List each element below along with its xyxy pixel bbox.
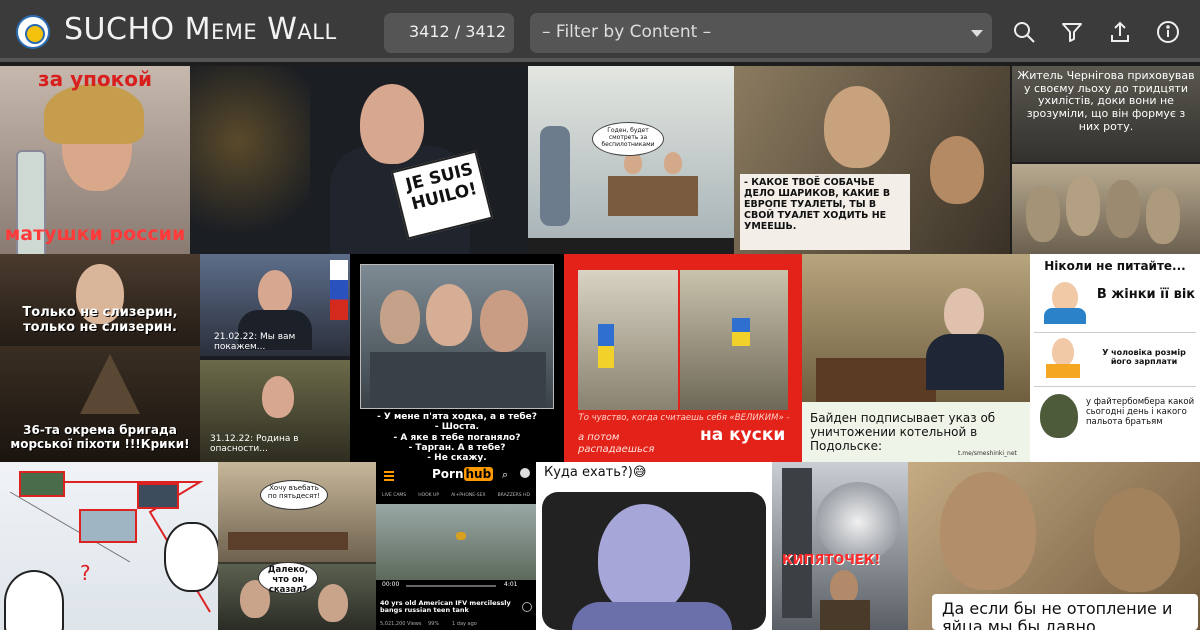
tab-live-cams: LIVE CAMS: [382, 492, 407, 498]
owl-shape: [1026, 186, 1060, 242]
bubble-bottom-text: Далеко, что он сказал?: [267, 565, 309, 595]
smoke-cloud: [816, 482, 900, 562]
meme-caption: КИПЯТОЧЕК!: [782, 553, 881, 568]
meme-title: Ніколи не питайте...: [1044, 259, 1186, 273]
search-icon[interactable]: [1012, 20, 1036, 44]
row1-text: В жінки її вік: [1096, 287, 1196, 302]
meme-tile-je-suis-huilo[interactable]: JE SUIS HUILO!: [190, 66, 528, 254]
video-frame: [376, 504, 536, 580]
meme-tile-fifty[interactable]: Хочу въебать по пятьдесят! Далеко, что о…: [218, 462, 376, 630]
meme-caption: Байден подписывает указ об уничтожении к…: [810, 411, 996, 453]
meme-tile-video-parody[interactable]: Porn hub ⌕ LIVE CAMS HOOK UP AI+PHONE-SEX…: [376, 462, 536, 630]
meme-tile-biden[interactable]: Байден подписывает указ об уничтожении к…: [802, 254, 1030, 462]
meme-top-text: Куда ехать?)😅: [544, 465, 647, 480]
tab-phone-sex: AI+PHONE-SEX: [451, 492, 486, 498]
meme-top-text: 21.02.22: Мы вам покажем...: [214, 332, 296, 353]
meme-tile-kuda-ehat[interactable]: Куда ехать?)😅: [536, 462, 772, 630]
logo-part-a: Porn: [432, 467, 464, 481]
user-icon: [520, 468, 530, 478]
app-title: SUCHO Meme Wall: [64, 12, 337, 47]
meme-caption: Житель Чернігова приховував у своєму льо…: [1017, 69, 1195, 133]
search-icon: ⌕: [502, 468, 509, 481]
chevron-down-icon: [971, 30, 983, 37]
meme-tile-prison[interactable]: - У мене п'ята ходка, а в тебе? - Шоста.…: [350, 254, 564, 462]
meme-tile-zakharova[interactable]: за упокой матушки россии: [0, 66, 190, 254]
channel-handle: t.me/smeshinki_net: [958, 450, 1017, 457]
svg-text:?: ?: [80, 561, 91, 585]
meme-caption-line1: То чувство, когда считаешь себя «ВЕЛИКИМ…: [578, 413, 790, 423]
meme-caption: - КАКОЕ ТВОЁ СОБАЧЬЕ ДЕЛО ШАРИКОВ, КАКИЕ…: [744, 177, 891, 232]
meme-big-text: на куски: [700, 425, 786, 445]
site-tabs: LIVE CAMS HOOK UP AI+PHONE-SEX BRAZZERS …: [376, 488, 536, 502]
meme-tile-putin-speech[interactable]: 21.02.22: Мы вам покажем... 31.12.22: Ро…: [200, 254, 350, 462]
meme-tile-chernihiv[interactable]: Житель Чернігова приховував у своєму льо…: [1012, 66, 1200, 162]
meme-tile-owls[interactable]: [1012, 164, 1200, 254]
video-age: 1 day ago: [452, 621, 477, 627]
man-face: [940, 472, 1036, 590]
meme-tile-sharikov[interactable]: - КАКОЕ ТВОЁ СОБАЧЬЕ ДЕЛО ШАРИКОВ, КАКИЕ…: [734, 66, 1010, 254]
tab-brazzers: BRAZZERS HD: [497, 492, 530, 498]
logo-part-b: hub: [463, 467, 494, 481]
video-views: 5,021,200 Views: [380, 621, 422, 627]
video-title: 40 yrs old American IFV mercilessly bang…: [380, 599, 511, 615]
filter-placeholder: – Filter by Content –: [542, 22, 712, 42]
meme-tile-medical-board[interactable]: Годен, будет смотреть за беспилотниками: [528, 66, 734, 238]
woman-face: [598, 504, 690, 614]
content-filter-select[interactable]: – Filter by Content –: [530, 13, 992, 53]
meme-top-text: Только не слизерин, только не слизерин.: [22, 305, 178, 335]
video-rating: 99%: [428, 621, 440, 627]
meme-dialogue: - У мене п'ята ходка, а в тебе? - Шоста.…: [377, 412, 537, 462]
time-left: 00:00: [382, 581, 400, 588]
globe-icon: [522, 602, 532, 612]
time-right: 4:01: [504, 581, 518, 588]
bubble-text: Годен, будет смотреть за беспилотниками: [601, 127, 655, 148]
meme-tile-never-ask[interactable]: Ніколи не питайте... В жінки її вік У чо…: [1030, 254, 1200, 462]
meme-tile-kipyatochek[interactable]: КИПЯТОЧЕК!: [772, 462, 908, 630]
wojak-face: [4, 570, 64, 630]
tab-hook-up: HOOK UP: [418, 492, 440, 498]
row3-text: у файтербомбера какой сьогодні день і ка…: [1086, 397, 1195, 427]
meme-bottom-text: 31.12.22: Родина в опасности...: [210, 434, 299, 455]
menu-icon: [384, 471, 394, 473]
man-face: [824, 86, 890, 168]
meme-bottom-text: матушки россии: [4, 223, 186, 245]
man-face: [360, 84, 424, 164]
meme-tile-wojak-map[interactable]: ?: [0, 462, 218, 630]
meme-tile-great-pieces[interactable]: То чувство, когда считаешь себя «ВЕЛИКИМ…: [564, 254, 802, 462]
site-logo: Porn hub: [432, 467, 494, 483]
sucho-logo-icon[interactable]: [16, 15, 50, 49]
info-icon[interactable]: [1156, 20, 1180, 44]
bubble-top-text: Хочу въебать по пятьдесят!: [267, 484, 321, 501]
meme-tile-sorting-hat[interactable]: Только не слизерин, только не слизерин. …: [0, 254, 200, 462]
row2-text: У чоловіка розмір його зарплати: [1102, 348, 1186, 367]
meme-bottom-text: 36-та окрема бригада морської піхоти !!!…: [10, 423, 190, 451]
filter-icon[interactable]: [1060, 20, 1084, 44]
meme-caption: Да если бы не отопление и яйца мы бы дав…: [942, 599, 1173, 630]
upload-icon[interactable]: [1108, 20, 1132, 44]
meme-counter: 3412 / 3412: [384, 13, 514, 53]
top-bar: SUCHO Meme Wall 3412 / 3412 – Filter by …: [0, 0, 1200, 62]
meme-caption-line2: а потом распадаешься: [578, 432, 655, 455]
meme-tile-otoplenie[interactable]: Да если бы не отопление и яйца мы бы дав…: [908, 462, 1200, 630]
meme-top-text: за упокой: [37, 67, 152, 91]
